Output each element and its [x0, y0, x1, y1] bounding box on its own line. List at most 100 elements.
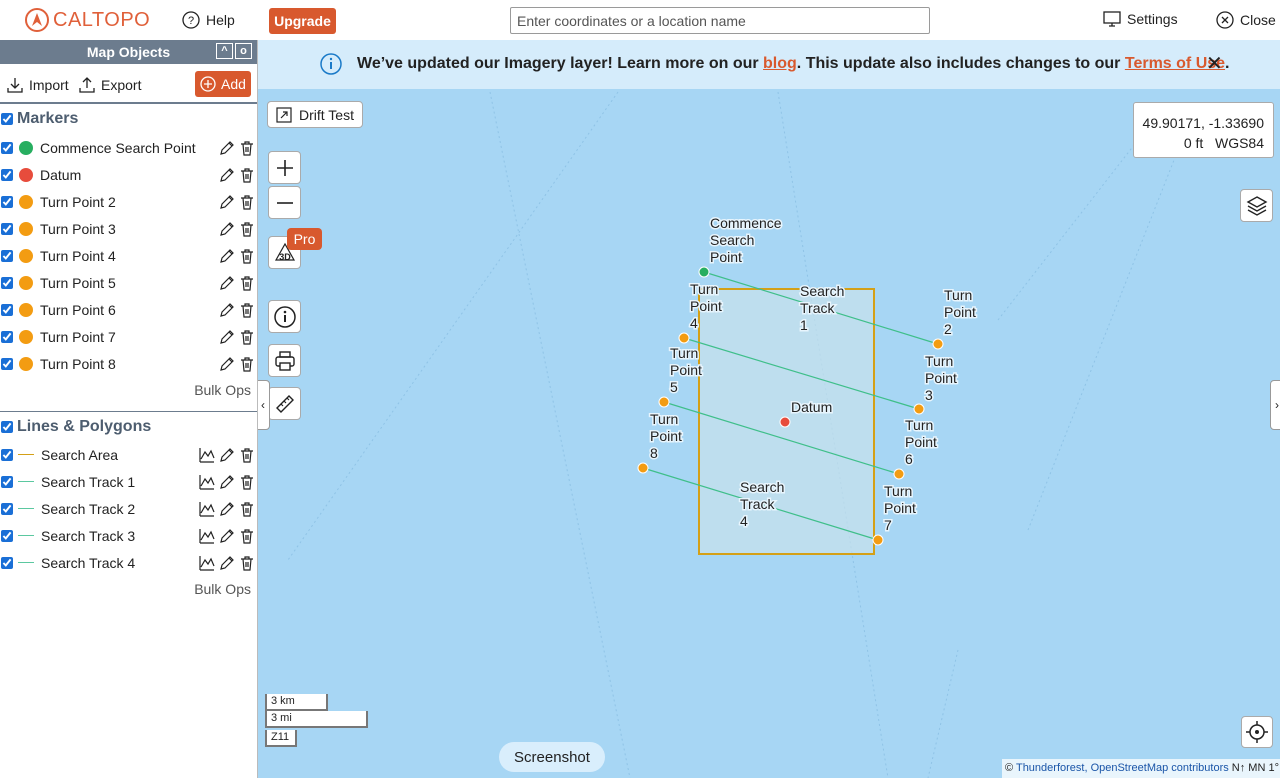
screenshot-button[interactable]: Screenshot — [499, 742, 605, 772]
export-button[interactable]: Export — [78, 76, 141, 94]
edit-icon[interactable] — [219, 194, 235, 210]
marker-visibility-checkbox[interactable] — [1, 330, 13, 343]
delete-icon[interactable] — [239, 194, 255, 210]
blog-link[interactable]: blog — [763, 55, 797, 72]
marker-visibility-checkbox[interactable] — [1, 249, 13, 262]
edit-icon[interactable] — [219, 275, 235, 291]
turn-point-7-marker[interactable] — [872, 534, 884, 546]
marker-visibility-checkbox[interactable] — [1, 141, 13, 154]
delete-icon[interactable] — [239, 140, 255, 156]
line-row[interactable]: Search Track 2 — [0, 495, 257, 522]
turn-point-4-marker[interactable] — [678, 332, 690, 344]
line-row[interactable]: Search Track 1 — [0, 468, 257, 495]
elevation-profile-icon[interactable] — [199, 528, 215, 544]
location-search-input[interactable] — [510, 7, 930, 34]
line-visibility-checkbox[interactable] — [1, 502, 13, 515]
line-row[interactable]: Search Area — [0, 441, 257, 468]
marker-row[interactable]: Turn Point 7 — [0, 323, 257, 350]
marker-visibility-checkbox[interactable] — [1, 168, 13, 181]
add-button[interactable]: Add — [195, 71, 251, 97]
delete-icon[interactable] — [239, 356, 255, 372]
measure-button[interactable] — [268, 387, 301, 420]
elevation-profile-icon[interactable] — [199, 447, 215, 463]
line-visibility-checkbox[interactable] — [1, 529, 13, 542]
caltopo-logo[interactable]: CALTOPO — [24, 7, 150, 33]
banner-close-icon[interactable]: ✕ — [1206, 54, 1223, 74]
edit-icon[interactable] — [219, 302, 235, 318]
zoom-out-button[interactable] — [268, 186, 301, 219]
delete-icon[interactable] — [239, 329, 255, 345]
edit-icon[interactable] — [219, 528, 235, 544]
marker-visibility-checkbox[interactable] — [1, 222, 13, 235]
turn-point-3-marker[interactable] — [913, 403, 925, 415]
delete-icon[interactable] — [239, 275, 255, 291]
turn-point-6-marker[interactable] — [893, 468, 905, 480]
drift-test-button[interactable]: Drift Test — [267, 101, 363, 128]
map-view[interactable]: Commence Search Point Search Track 1 Tur… — [258, 40, 1280, 778]
lines-bulk-ops[interactable]: Bulk Ops — [194, 581, 251, 597]
markers-checkbox[interactable] — [1, 113, 13, 125]
marker-row[interactable]: Commence Search Point — [0, 134, 257, 161]
edit-icon[interactable] — [219, 167, 235, 183]
elevation-profile-icon[interactable] — [199, 555, 215, 571]
lines-checkbox[interactable] — [1, 421, 13, 433]
marker-row[interactable]: Turn Point 3 — [0, 215, 257, 242]
markers-bulk-ops[interactable]: Bulk Ops — [194, 382, 251, 398]
marker-row[interactable]: Turn Point 6 — [0, 296, 257, 323]
delete-icon[interactable] — [239, 221, 255, 237]
line-visibility-checkbox[interactable] — [1, 448, 13, 461]
delete-icon[interactable] — [239, 555, 255, 571]
info-button[interactable] — [268, 300, 301, 333]
import-button[interactable]: Import — [6, 76, 69, 94]
settings-button[interactable]: Settings — [1103, 11, 1178, 27]
commence-search-point-marker[interactable] — [698, 266, 710, 278]
datum-marker[interactable] — [779, 416, 791, 428]
marker-row[interactable]: Datum — [0, 161, 257, 188]
marker-row[interactable]: Turn Point 2 — [0, 188, 257, 215]
collapse-sidebar-tab[interactable]: ‹ — [258, 380, 270, 430]
edit-icon[interactable] — [219, 474, 235, 490]
edit-icon[interactable] — [219, 248, 235, 264]
marker-visibility-checkbox[interactable] — [1, 276, 13, 289]
upgrade-button[interactable]: Upgrade — [269, 8, 336, 34]
marker-row[interactable]: Turn Point 8 — [0, 350, 257, 377]
turn-point-5-marker[interactable] — [658, 396, 670, 408]
delete-icon[interactable] — [239, 474, 255, 490]
marker-row[interactable]: Turn Point 5 — [0, 269, 257, 296]
delete-icon[interactable] — [239, 447, 255, 463]
marker-visibility-checkbox[interactable] — [1, 357, 13, 370]
print-button[interactable] — [268, 344, 301, 377]
marker-row[interactable]: Turn Point 4 — [0, 242, 257, 269]
help-button[interactable]: ? Help — [182, 11, 235, 29]
elevation-profile-icon[interactable] — [199, 474, 215, 490]
line-visibility-checkbox[interactable] — [1, 556, 13, 569]
layers-button[interactable] — [1240, 189, 1273, 222]
delete-icon[interactable] — [239, 167, 255, 183]
edit-icon[interactable] — [219, 356, 235, 372]
edit-icon[interactable] — [219, 447, 235, 463]
edit-icon[interactable] — [219, 501, 235, 517]
delete-icon[interactable] — [239, 302, 255, 318]
marker-visibility-checkbox[interactable] — [1, 195, 13, 208]
elevation-profile-icon[interactable] — [199, 501, 215, 517]
turn-point-8-marker[interactable] — [637, 462, 649, 474]
edit-icon[interactable] — [219, 140, 235, 156]
delete-icon[interactable] — [239, 501, 255, 517]
line-row[interactable]: Search Track 4 — [0, 549, 257, 576]
turn-point-2-marker[interactable] — [932, 338, 944, 350]
expand-right-panel-tab[interactable]: › — [1270, 380, 1280, 430]
close-button[interactable]: Close — [1216, 11, 1276, 29]
zoom-in-button[interactable] — [268, 151, 301, 184]
expand-icon[interactable]: o — [235, 43, 252, 59]
edit-icon[interactable] — [219, 555, 235, 571]
collapse-icon[interactable]: ^ — [216, 43, 233, 59]
marker-visibility-checkbox[interactable] — [1, 303, 13, 316]
locate-button[interactable] — [1241, 716, 1273, 748]
line-row[interactable]: Search Track 3 — [0, 522, 257, 549]
edit-icon[interactable] — [219, 329, 235, 345]
delete-icon[interactable] — [239, 528, 255, 544]
delete-icon[interactable] — [239, 248, 255, 264]
attribution-links[interactable]: Thunderforest, OpenStreetMap contributor… — [1016, 762, 1229, 774]
edit-icon[interactable] — [219, 221, 235, 237]
line-visibility-checkbox[interactable] — [1, 475, 13, 488]
